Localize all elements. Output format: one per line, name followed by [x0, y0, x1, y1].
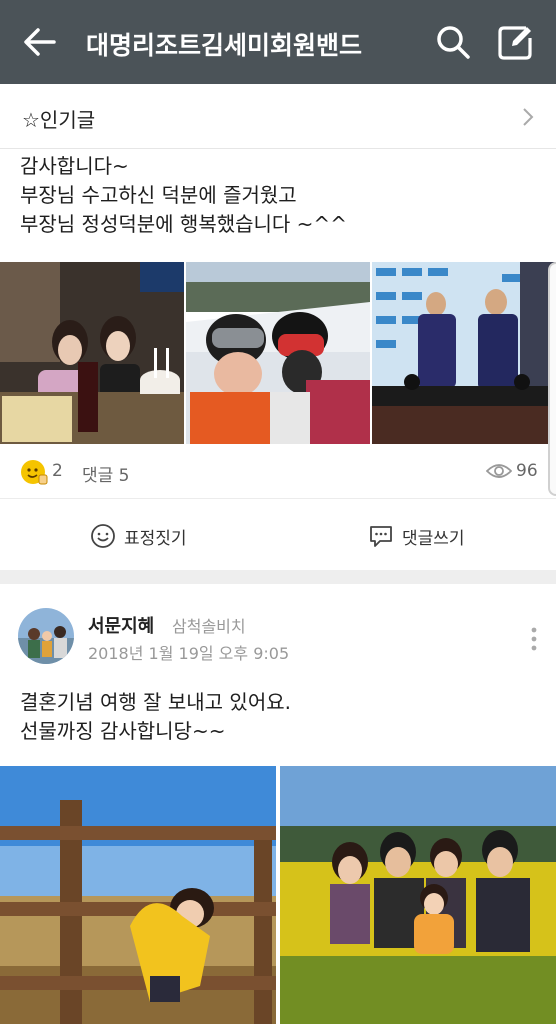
- post-author-row: 서문지혜 삼척솔비치 2018년 1월 19일 오후 9:05: [0, 600, 556, 670]
- post-line: 선물까징 감사합니당~~: [20, 719, 226, 743]
- compose-icon[interactable]: [496, 22, 536, 62]
- post-line: 감사합니다~: [20, 154, 129, 178]
- search-icon[interactable]: [434, 22, 472, 62]
- smile-icon: [91, 524, 115, 548]
- reaction-emoji-icon[interactable]: [20, 458, 48, 486]
- author-location: 삼척솔비치: [172, 617, 246, 636]
- post-date: 2018년 1월 19일 오후 9:05: [88, 644, 290, 663]
- post-line: 결혼기념 여행 잘 보내고 있어요.: [20, 690, 291, 714]
- post-body-text: 감사합니다~ 부장님 수고하신 덕분에 즐거웠고 부장님 정성덕분에 행복했습니…: [20, 152, 347, 239]
- post-body-text: 결혼기념 여행 잘 보내고 있어요. 선물까징 감사합니당~~: [20, 688, 291, 746]
- post-photo-fence[interactable]: [0, 766, 276, 1024]
- post-divider: [0, 570, 556, 584]
- post-photo-cake[interactable]: [0, 262, 184, 444]
- emotion-button[interactable]: 표정짓기: [90, 522, 187, 550]
- popular-posts-row[interactable]: ☆인기글: [0, 84, 556, 149]
- eye-icon: [485, 461, 513, 481]
- post-photo-stage[interactable]: [372, 262, 556, 444]
- write-comment-button[interactable]: 댓글쓰기: [368, 522, 465, 550]
- popular-posts-label: ☆인기글: [22, 108, 96, 132]
- post-photo-ski[interactable]: [186, 262, 370, 444]
- emotion-button-label: 표정짓기: [124, 528, 187, 549]
- reaction-count: 2: [52, 461, 63, 481]
- author-name[interactable]: 서문지혜: [88, 612, 154, 638]
- more-options-icon[interactable]: [528, 626, 540, 652]
- arrow-left-icon[interactable]: [20, 22, 60, 62]
- view-count: 96: [516, 461, 538, 481]
- post-actions: 표정짓기 댓글쓰기: [0, 500, 556, 570]
- avatar[interactable]: [18, 608, 74, 664]
- comment-icon: [370, 526, 392, 547]
- post-line: 부장님 정성덕분에 행복했습니다 ~^^: [20, 212, 347, 236]
- comment-count[interactable]: 댓글 5: [82, 461, 130, 486]
- chevron-right-icon: [518, 106, 538, 128]
- band-title: 대명리조트김세미회원밴드: [86, 31, 363, 60]
- post-line: 부장님 수고하신 덕분에 즐거웠고: [20, 183, 297, 207]
- app-header: 대명리조트김세미회원밴드: [0, 0, 556, 84]
- write-comment-label: 댓글쓰기: [402, 528, 465, 549]
- post-meta-row: 2 댓글 5 96: [0, 446, 556, 499]
- post-photo-family[interactable]: [280, 766, 556, 1024]
